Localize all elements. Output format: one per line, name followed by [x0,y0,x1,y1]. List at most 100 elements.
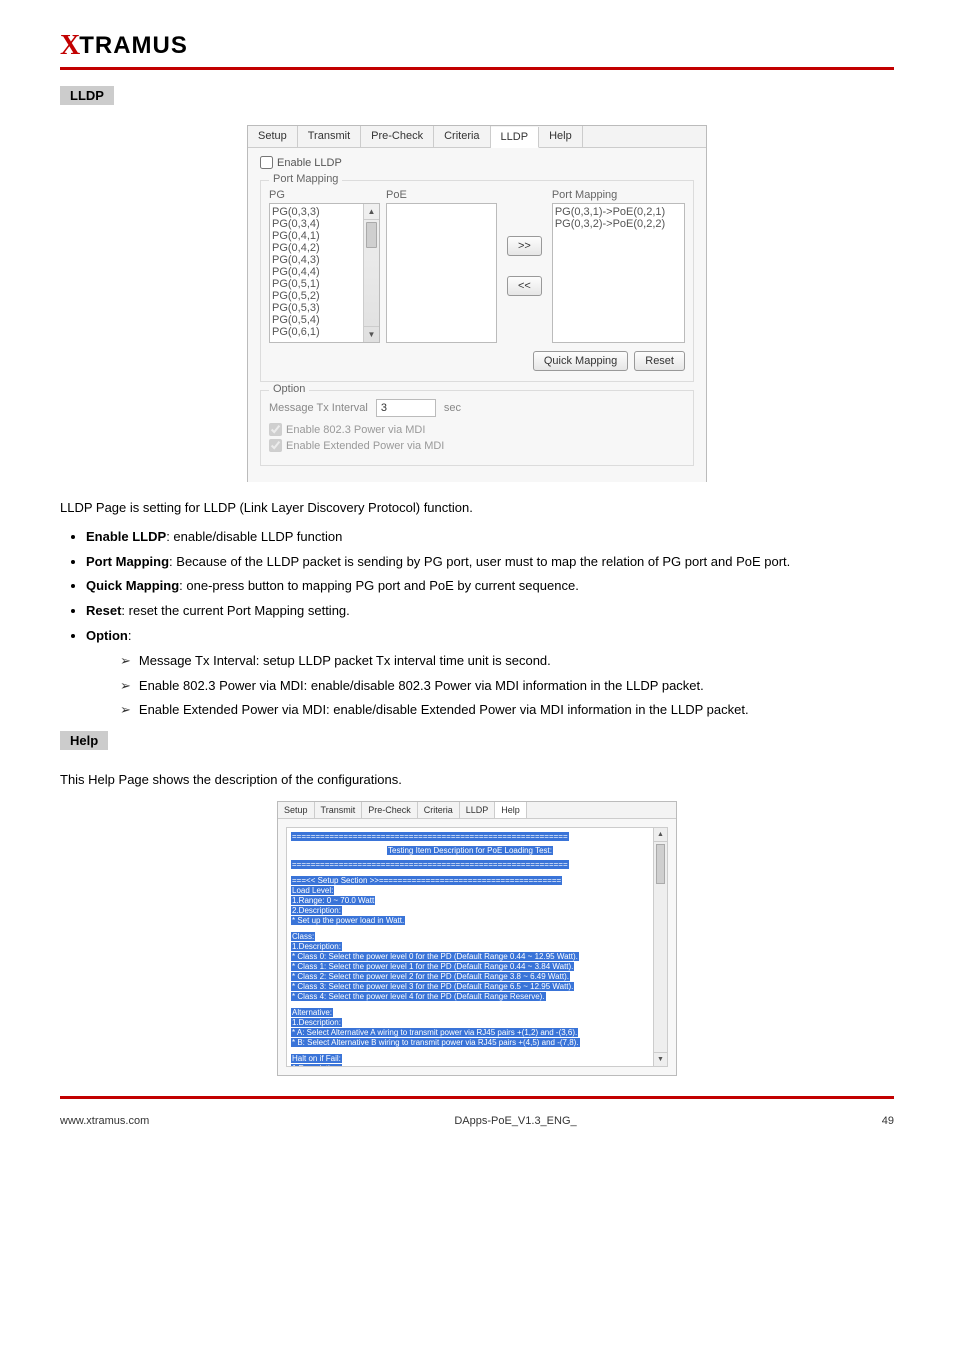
list-item[interactable]: PG(0,3,2)->PoE(0,2,2) [555,218,666,230]
help-line: Load Level: [291,886,334,895]
tab-criteria[interactable]: Criteria [434,126,490,147]
scroll-up-icon[interactable]: ▲ [364,204,379,220]
help-line: 1.Description: [291,1018,342,1027]
msg-tx-interval-input[interactable] [376,399,436,417]
enable-8023-input[interactable] [269,423,282,436]
list-item: Port Mapping: Because of the LLDP packet… [86,552,894,573]
tab-precheck[interactable]: Pre-Check [361,126,434,147]
list-item[interactable]: PG(0,4,2) [272,242,361,254]
lldp-screenshot: Setup Transmit Pre-Check Criteria LLDP H… [247,125,707,482]
pg-listbox[interactable]: PG(0,3,3) PG(0,3,4) PG(0,4,1) PG(0,4,2) … [269,203,380,343]
option-legend: Option [269,383,309,395]
section-heading-lldp: LLDP [60,86,114,105]
enable-8023-checkbox[interactable]: Enable 802.3 Power via MDI [269,423,425,436]
list-item[interactable]: PG(0,5,4) [272,314,361,326]
help-line: 1.Description: [291,942,342,951]
mapping-listbox[interactable]: PG(0,3,1)->PoE(0,2,1) PG(0,3,2)->PoE(0,2… [552,203,685,343]
mapping-header: Port Mapping [552,189,685,201]
list-item[interactable]: PG(0,3,1)->PoE(0,2,1) [555,206,666,218]
enable-lldp-label: Enable LLDP [277,157,342,169]
scroll-thumb[interactable] [366,222,377,248]
msg-tx-interval-label: Message Tx Interval [269,402,368,414]
footer-url: www.xtramus.com [60,1115,149,1127]
tab-help[interactable]: Help [539,126,583,147]
add-mapping-button[interactable]: >> [507,236,542,256]
scroll-down-icon[interactable]: ▼ [364,326,379,342]
tab-transmit[interactable]: Transmit [298,126,361,147]
help-line: ===<< Setup Section >>==================… [291,876,562,885]
tab-lldp[interactable]: LLDP [460,802,496,818]
port-mapping-fieldset: Port Mapping PG PG(0,3,3) PG(0,3,4) PG(0… [260,180,694,382]
scroll-thumb[interactable] [656,844,665,884]
help-line: 2.Description: [291,906,342,915]
option-fieldset: Option Message Tx Interval sec Enable 80… [260,390,694,466]
tab-setup[interactable]: Setup [248,126,298,147]
help-line: * Class 1: Select the power level 1 for … [291,962,574,971]
quick-mapping-button[interactable]: Quick Mapping [533,351,628,371]
help-line: * A: Select Alternative A wiring to tran… [291,1028,578,1037]
logo-text: TRAMUS [79,32,188,59]
tab-lldp[interactable]: LLDP [491,127,540,148]
tab-precheck[interactable]: Pre-Check [362,802,418,818]
page-footer: www.xtramus.com DApps-PoE_V1.3_ENG_ 49 [60,1109,894,1127]
help-line: Halt on if Fail: [291,1054,342,1063]
reset-button[interactable]: Reset [634,351,685,371]
list-item[interactable]: PG(0,3,3) [272,206,361,218]
list-item: Option: Message Tx Interval: setup LLDP … [86,626,894,721]
scroll-up-icon[interactable]: ▲ [654,828,667,842]
help-line: 1.Range: 0 ~ 70.0 Watt [291,896,375,905]
help-line: 1.Description: [291,1064,342,1067]
remove-mapping-button[interactable]: << [507,276,542,296]
lldp-intro: LLDP Page is setting for LLDP (Link Laye… [60,498,894,519]
sec-label: sec [444,402,461,414]
list-item[interactable]: PG(0,3,4) [272,218,361,230]
scroll-down-icon[interactable]: ▼ [654,1052,667,1066]
help-title: Testing Item Description for PoE Loading… [387,846,553,855]
logo-x: X [60,30,79,61]
tab-setup[interactable]: Setup [278,802,315,818]
poe-listbox[interactable] [386,203,497,343]
pg-header: PG [269,189,380,201]
enable-extended-checkbox[interactable]: Enable Extended Power via MDI [269,439,444,452]
tab-transmit[interactable]: Transmit [315,802,363,818]
footer-page: 49 [882,1115,894,1127]
scrollbar[interactable]: ▲ ▼ [653,828,667,1066]
top-rule [60,67,894,70]
list-item: Enable 802.3 Power via MDI: enable/disab… [120,676,894,697]
enable-lldp-checkbox[interactable]: Enable LLDP [260,156,342,169]
list-item[interactable]: PG(0,4,4) [272,266,361,278]
list-item: Enable LLDP: enable/disable LLDP functio… [86,527,894,548]
poe-header: PoE [386,189,497,201]
enable-extended-label: Enable Extended Power via MDI [286,440,444,452]
list-item[interactable]: PG(0,4,1) [272,230,361,242]
tab-criteria[interactable]: Criteria [418,802,460,818]
bottom-rule [60,1096,894,1099]
help-line: Class: [291,932,315,941]
help-line: Alternative: [291,1008,333,1017]
list-item[interactable]: PG(0,5,2) [272,290,361,302]
help-textarea[interactable]: ========================================… [286,827,668,1067]
brand-logo: XTRAMUS [60,30,894,62]
enable-8023-label: Enable 802.3 Power via MDI [286,424,425,436]
help-intro: This Help Page shows the description of … [60,770,894,791]
enable-lldp-input[interactable] [260,156,273,169]
scrollbar[interactable]: ▲ ▼ [363,204,379,342]
enable-extended-input[interactable] [269,439,282,452]
help-line: * Class 2: Select the power level 2 for … [291,972,570,981]
list-item: Enable Extended Power via MDI: enable/di… [120,700,894,721]
list-item: Quick Mapping: one-press button to mappi… [86,576,894,597]
list-item[interactable]: PG(0,5,1) [272,278,361,290]
list-item[interactable]: PG(0,4,3) [272,254,361,266]
help-line: * Class 4: Select the power level 4 for … [291,992,546,1001]
list-item: Message Tx Interval: setup LLDP packet T… [120,651,894,672]
footer-doc: DApps-PoE_V1.3_ENG_ [454,1115,576,1127]
list-item[interactable]: PG(0,5,3) [272,302,361,314]
help-line: * Class 0: Select the power level 0 for … [291,952,579,961]
help-line: * Class 3: Select the power level 3 for … [291,982,574,991]
lldp-bullets: Enable LLDP: enable/disable LLDP functio… [86,527,894,721]
lldp-tabs: Setup Transmit Pre-Check Criteria LLDP H… [248,126,706,148]
list-item[interactable]: PG(0,6,1) [272,326,361,338]
help-line: * Set up the power load in Watt. [291,916,405,925]
help-line: * B: Select Alternative B wiring to tran… [291,1038,580,1047]
tab-help[interactable]: Help [495,802,527,818]
